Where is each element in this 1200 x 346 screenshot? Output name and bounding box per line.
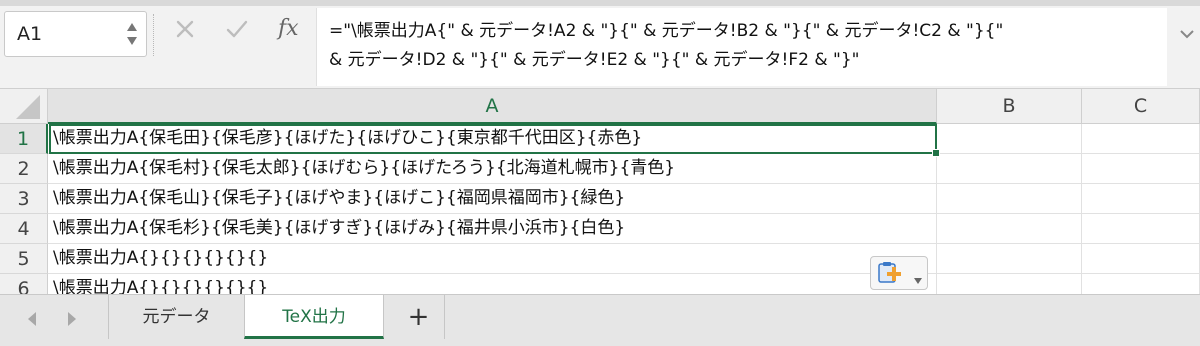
cell-a5[interactable]: \帳票出力A{}{}{}{}{}{} <box>48 244 937 274</box>
row-header[interactable]: 2 <box>0 154 48 184</box>
formula-bar-separator <box>153 14 158 56</box>
cell-b3[interactable] <box>937 184 1082 214</box>
formula-bar: A1 fx ="\帳票出力A{" & 元データ!A2 & "}{" & 元データ… <box>0 6 1200 89</box>
column-header-b[interactable]: B <box>937 89 1082 124</box>
row-header[interactable]: 3 <box>0 184 48 214</box>
formula-text: ="\帳票出力A{" & 元データ!A2 & "}{" & 元データ!B2 & … <box>329 21 1004 70</box>
cell-c1[interactable] <box>1082 124 1200 154</box>
row-header[interactable]: 5 <box>0 244 48 274</box>
cancel-x-icon[interactable] <box>174 18 196 44</box>
dropdown-triangle-icon <box>913 270 923 289</box>
select-all-corner[interactable] <box>0 89 48 124</box>
row-header[interactable]: 1 <box>0 124 48 154</box>
cell-b4[interactable] <box>937 214 1082 244</box>
sheet-tab-active[interactable]: TeX出力 <box>244 295 384 339</box>
cell-a3[interactable]: \帳票出力A{保毛山}{保毛子}{ほげやま}{ほげこ}{福岡県福岡市}{緑色} <box>48 184 937 214</box>
formula-input[interactable]: ="\帳票出力A{" & 元データ!A2 & "}{" & 元データ!B2 & … <box>316 8 1167 86</box>
paste-options-button[interactable] <box>870 256 928 290</box>
cell-b6[interactable] <box>937 274 1082 294</box>
nav-right-icon[interactable] <box>66 311 78 331</box>
cell-b1[interactable] <box>937 124 1082 154</box>
row-header[interactable]: 4 <box>0 214 48 244</box>
sheet-tab[interactable]: 元データ <box>108 295 245 339</box>
cell-b2[interactable] <box>937 154 1082 184</box>
cell-c4[interactable] <box>1082 214 1200 244</box>
sheet-tab-bar: 元データ TeX出力 + <box>0 294 1200 346</box>
cell-a4[interactable]: \帳票出力A{保毛杉}{保毛美}{ほげすぎ}{ほげみ}{福井県小浜市}{白色} <box>48 214 937 244</box>
cell-a1[interactable]: \帳票出力A{保毛田}{保毛彦}{ほげた}{ほげひこ}{東京都千代田区}{赤色} <box>48 124 937 154</box>
stepper-arrows-icon[interactable] <box>126 19 138 49</box>
cell-c5[interactable] <box>1082 244 1200 274</box>
column-header-a[interactable]: A <box>48 89 937 124</box>
fill-handle[interactable] <box>932 149 940 157</box>
paste-options-icon <box>877 262 903 290</box>
cell-c2[interactable] <box>1082 154 1200 184</box>
name-box-value: A1 <box>17 23 43 45</box>
cell-a6[interactable]: \帳票出力A{}{}{}{}{}{} <box>48 274 937 294</box>
name-box[interactable]: A1 <box>4 11 147 57</box>
nav-left-icon[interactable] <box>26 311 38 331</box>
cell-c3[interactable] <box>1082 184 1200 214</box>
cell-c6[interactable] <box>1082 274 1200 294</box>
function-icon[interactable]: fx <box>278 16 299 41</box>
confirm-check-icon[interactable] <box>225 18 249 44</box>
add-sheet-button[interactable]: + <box>393 295 445 339</box>
column-header-c[interactable]: C <box>1082 89 1200 124</box>
expand-chevron-icon[interactable] <box>1180 24 1194 43</box>
cell-b5[interactable] <box>937 244 1082 274</box>
cell-a2[interactable]: \帳票出力A{保毛村}{保毛太郎}{ほげむら}{ほげたろう}{北海道札幌市}{青… <box>48 154 937 184</box>
spreadsheet-grid: A B C 1 \帳票出力A{保毛田}{保毛彦}{ほげた}{ほげひこ}{東京都千… <box>0 89 1200 294</box>
row-header[interactable]: 6 <box>0 274 48 294</box>
